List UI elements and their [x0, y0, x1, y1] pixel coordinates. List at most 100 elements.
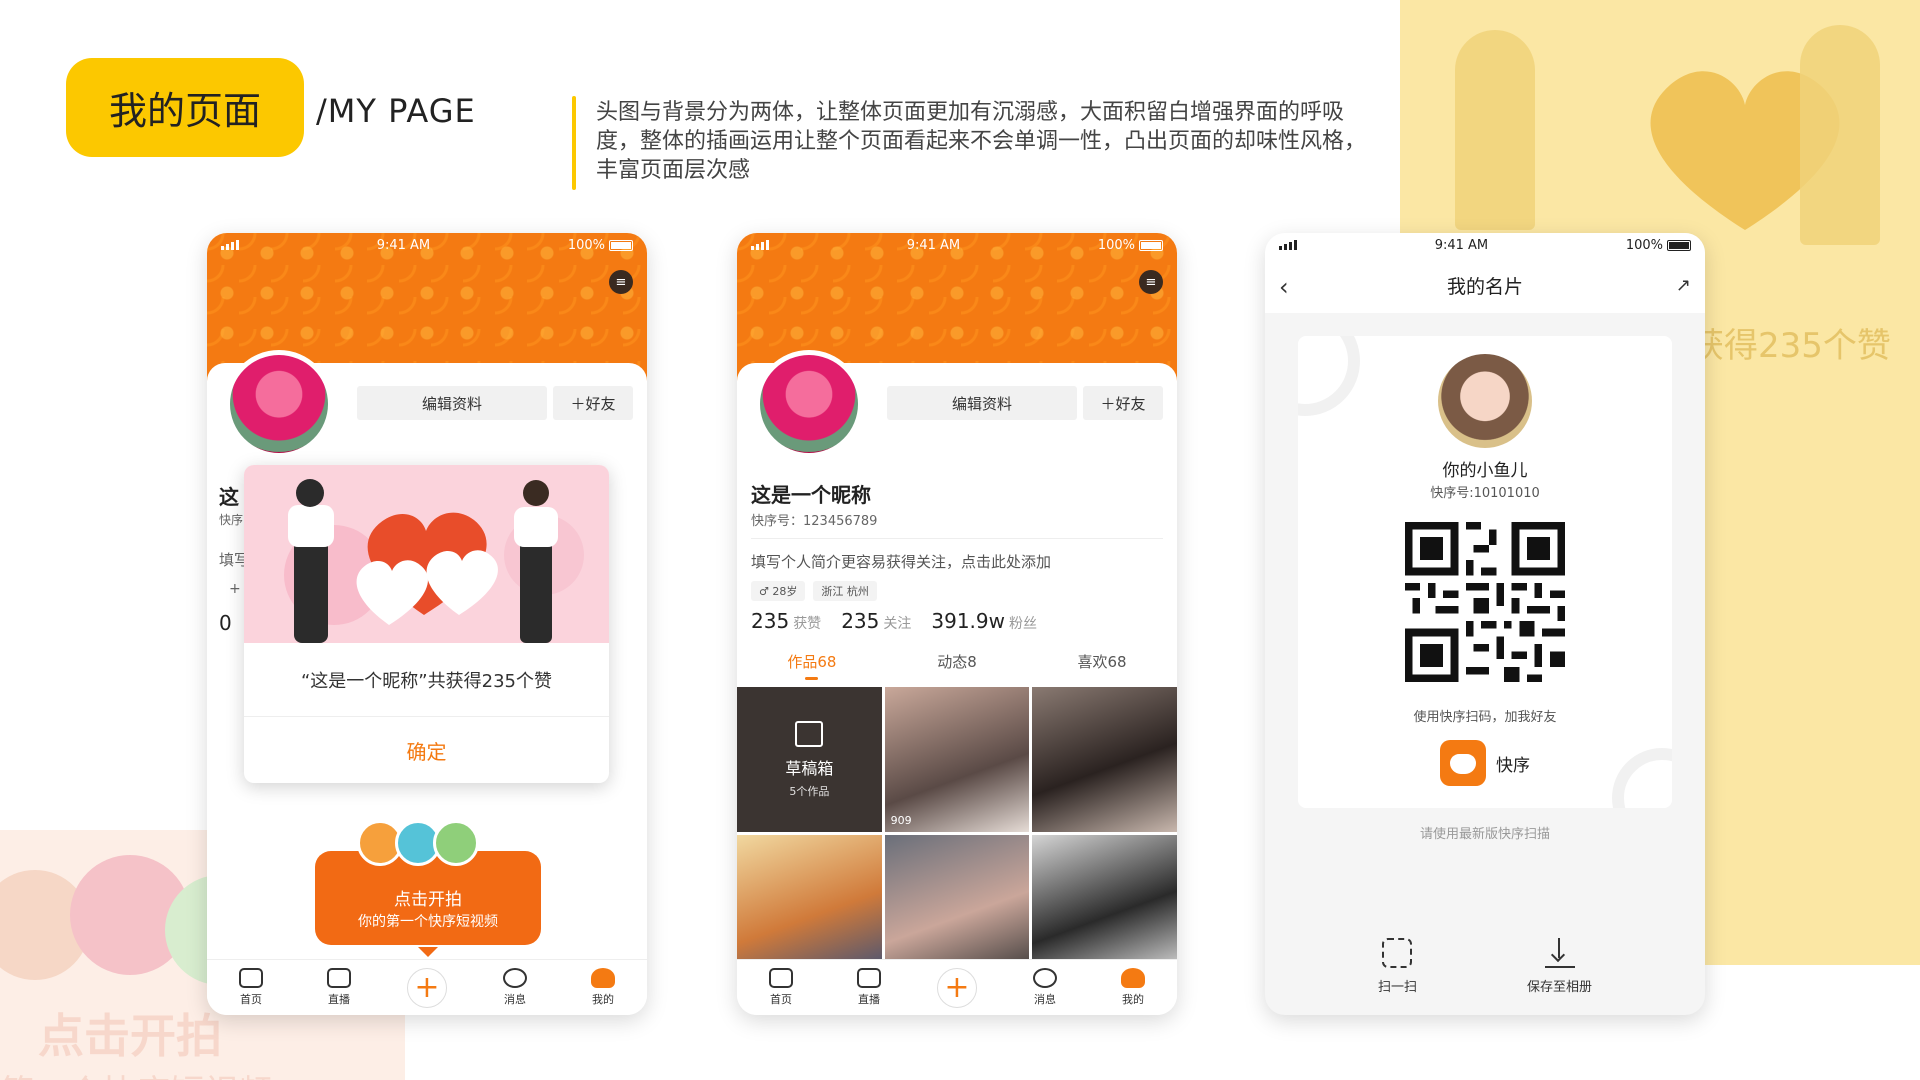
tab-live[interactable]: 直播 [839, 968, 899, 1007]
tab-create[interactable]: + [927, 967, 987, 1008]
page-description: 头图与背景分为两体，让整体页面更加有沉溺感，大面积留白增强界面的呼吸度，整体的插… [596, 100, 1367, 183]
tv-icon [327, 968, 351, 988]
card-actions: 扫一扫 保存至相册 [1265, 938, 1705, 995]
nickname-partial: 这 [219, 485, 239, 509]
phone-mockup-profile-modal: 9:41 AM 100% ≡ 编辑资料 ＋好友 这 快序 填写 + 0 “这是一… [207, 233, 647, 1015]
video-camera-icon [239, 968, 263, 988]
scan-button[interactable]: 扫一扫 [1378, 938, 1417, 995]
menu-icon[interactable]: ≡ [609, 270, 633, 294]
bubble-avatars [357, 820, 479, 866]
bio-prompt[interactable]: 填写个人简介更容易获得关注，点击此处添加 [751, 551, 1051, 572]
qr-code [1405, 522, 1565, 682]
bubble-title: 点击开拍 [394, 890, 462, 910]
battery-indicator: 100% [1626, 238, 1691, 253]
trash-icon [795, 720, 824, 747]
stat-fans[interactable]: 391.9w 粉丝 [931, 609, 1037, 633]
video-thumbnail[interactable] [1032, 687, 1177, 832]
draft-count: 5个作品 [789, 784, 830, 798]
modal-message: “这是一个昵称”共获得235个赞 [244, 643, 609, 717]
decorative-ring [1298, 336, 1360, 416]
edit-profile-button[interactable]: 编辑资料 [357, 386, 547, 420]
share-icon[interactable]: ↗ [1676, 275, 1691, 296]
battery-text: 100% [1097, 237, 1135, 253]
menu-icon[interactable]: ≡ [1139, 270, 1163, 294]
tag-age: ♂ 28岁 [751, 581, 806, 601]
add-friend-button[interactable]: ＋好友 [1083, 386, 1163, 420]
battery-indicator: 100% [568, 238, 633, 253]
scan-hint: 请使用最新版快序扫描 [1419, 827, 1550, 842]
avatar [433, 820, 479, 866]
tab-messages[interactable]: 消息 [485, 968, 545, 1007]
signal-icon [221, 240, 239, 250]
content-tabs: 作品68 动态8 喜欢68 [737, 651, 1177, 680]
back-arrow-icon[interactable]: ‹ [1279, 273, 1289, 301]
bubble-subtitle: 你的第一个快序短视频 [358, 914, 498, 930]
add-tag-partial: + [229, 581, 241, 597]
status-bar: 9:41 AM 100% [207, 233, 647, 257]
user-icon [1121, 968, 1145, 988]
phone-mockup-name-card: 9:41 AM 100% 我的名片 ‹ ↗ 你的小鱼儿 快序号:10101010 [1265, 233, 1705, 1015]
confirm-button[interactable]: 确定 [244, 717, 609, 783]
stat-label: 关注 [883, 616, 912, 632]
page-subtitle: /MY PAGE [316, 92, 476, 130]
background-deco-text: 点击开拍 [38, 1009, 222, 1063]
stat-value: 235 [751, 609, 790, 633]
status-time: 9:41 AM [1434, 237, 1489, 253]
works-grid: 草稿箱 5个作品 909 [737, 687, 1177, 980]
signal-icon [1279, 240, 1297, 250]
stat-label: 获赞 [793, 616, 822, 632]
tab-create[interactable]: + [397, 967, 457, 1008]
tab-home[interactable]: 首页 [751, 968, 811, 1007]
tab-home[interactable]: 首页 [221, 968, 281, 1007]
battery-icon [608, 239, 633, 251]
video-camera-icon [769, 968, 793, 988]
tab-me[interactable]: 我的 [1103, 968, 1163, 1007]
screen-title: 我的名片 [1446, 275, 1523, 298]
add-friend-button[interactable]: ＋好友 [553, 386, 633, 420]
tab-likes[interactable]: 喜欢68 [1078, 651, 1127, 672]
edit-profile-button[interactable]: 编辑资料 [887, 386, 1077, 420]
user-icon [591, 968, 615, 988]
tab-label: 消息 [504, 993, 526, 1006]
plus-icon: + [407, 967, 447, 1008]
tab-works[interactable]: 作品68 [787, 651, 836, 680]
tab-moments[interactable]: 动态8 [937, 651, 977, 672]
tab-label: 首页 [240, 993, 262, 1006]
likes-modal: “这是一个昵称”共获得235个赞 确定 [244, 465, 609, 783]
scan-icon [1382, 938, 1413, 968]
scan-tip: 使用快序扫码，加我好友 [1413, 710, 1557, 725]
draft-title: 草稿箱 [785, 758, 834, 778]
tab-label: 首页 [770, 993, 792, 1006]
background-deco-text: 第一个快序短视频 [0, 1065, 272, 1080]
user-id: 快序号：123456789 [751, 514, 878, 529]
user-id-partial: 快序 [219, 513, 244, 527]
brand-row: 快序 [1298, 740, 1672, 786]
app-logo-icon [1440, 740, 1486, 786]
avatar[interactable] [225, 350, 333, 458]
plus-icon: + [937, 967, 977, 1008]
stat-label: 粉丝 [1009, 616, 1037, 632]
draft-box[interactable]: 草稿箱 5个作品 [737, 687, 882, 832]
tab-live[interactable]: 直播 [309, 968, 369, 1007]
status-time: 9:41 AM [906, 237, 961, 253]
save-to-album-button[interactable]: 保存至相册 [1527, 938, 1592, 995]
profile-stats: 235 获赞 235 关注 391.9w 粉丝 [751, 609, 1037, 633]
tab-messages[interactable]: 消息 [1015, 968, 1075, 1007]
avatar[interactable] [755, 350, 863, 458]
description-accent-bar [572, 96, 576, 190]
video-thumbnail[interactable]: 909 [884, 687, 1030, 832]
scan-label: 扫一扫 [1377, 980, 1417, 995]
canvas: 获得235个赞 + 点击开拍 第一个快序短视频 我的页面 /MY PAGE 头图… [0, 0, 1920, 1080]
stat-value: 391.9w [931, 609, 1005, 633]
couple-heart-illustration [244, 465, 609, 643]
tag-location: 浙江 杭州 [813, 581, 877, 601]
tab-me[interactable]: 我的 [573, 968, 633, 1007]
stat-value: 235 [841, 609, 880, 633]
profile-tags: ♂ 28岁 浙江 杭州 [751, 581, 877, 601]
save-label: 保存至相册 [1527, 980, 1593, 995]
stat-likes[interactable]: 235 获赞 [751, 609, 821, 633]
divider [751, 538, 1163, 539]
brand-name: 快序 [1496, 755, 1530, 776]
tab-label: 直播 [858, 993, 880, 1006]
stat-following[interactable]: 235 关注 [841, 609, 911, 633]
